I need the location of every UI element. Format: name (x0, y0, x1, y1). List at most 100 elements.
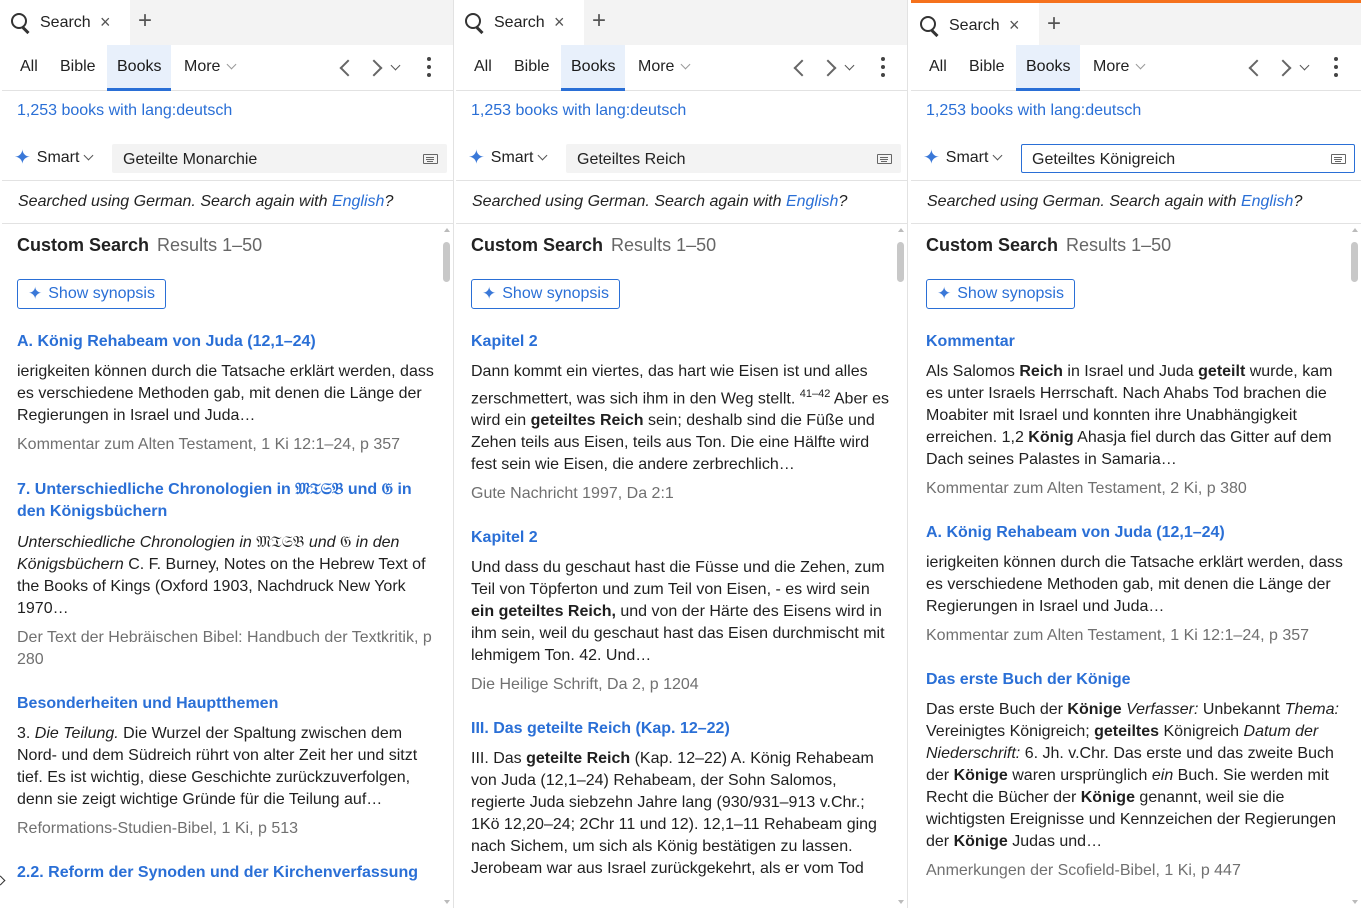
smart-button[interactable]: ✦ Smart (923, 145, 1003, 171)
results-title: Custom Search (471, 235, 604, 255)
chevron-down-icon (992, 150, 1003, 160)
scrollbar-thumb[interactable] (443, 242, 450, 282)
result-summary[interactable]: 1,253 books with lang:deutsch (926, 102, 1141, 120)
show-synopsis-button[interactable]: ✦ Show synopsis (471, 279, 620, 309)
search-panel-1: Search × + All Bible Books More 1,253 bo… (2, 0, 454, 908)
tab-search[interactable]: Search × (2, 0, 130, 45)
plus-icon[interactable]: + (592, 8, 606, 34)
kebab-menu-icon[interactable] (416, 45, 442, 91)
search-input[interactable]: Geteiltes Reich (566, 144, 901, 173)
chevron-down-icon (227, 59, 237, 70)
language-notice-text: Searched using German. Search again with (472, 193, 786, 210)
result-summary[interactable]: 1,253 books with lang:deutsch (17, 102, 232, 120)
language-notice: Searched using German. Search again with… (2, 181, 453, 224)
smart-button[interactable]: ✦ Smart (468, 145, 548, 171)
result-item: 2.2. Reform der Synoden und der Kirchenv… (17, 862, 435, 884)
search-input[interactable]: Geteiltes Königreich (1021, 144, 1355, 173)
scrollbar[interactable] (897, 228, 905, 908)
tab-all[interactable]: All (464, 45, 502, 91)
scrollbar[interactable] (443, 228, 451, 908)
tab-search[interactable]: Search × (911, 3, 1039, 48)
tab-books[interactable]: Books (561, 45, 626, 91)
sparkle-icon: ✦ (482, 284, 497, 303)
result-title[interactable]: 2.2. Reform der Synoden und der Kirchenv… (17, 862, 435, 884)
result-title[interactable]: Kapitel 2 (471, 527, 889, 549)
result-summary[interactable]: 1,253 books with lang:deutsch (471, 102, 686, 120)
result-snippet: ierigkeiten können durch die Tatsache er… (17, 363, 434, 424)
english-link[interactable]: English (332, 193, 384, 210)
results-header: Custom Search Results 1–50 (17, 235, 435, 259)
close-icon[interactable]: × (100, 11, 111, 33)
result-title[interactable]: A. König Rehabeam von Juda (12,1–24) (17, 331, 435, 353)
chevron-down-icon[interactable] (1295, 45, 1321, 91)
tab-more[interactable]: More (1083, 45, 1154, 91)
search-icon (919, 15, 941, 37)
show-synopsis-button[interactable]: ✦ Show synopsis (17, 279, 166, 309)
tab-bible[interactable]: Bible (504, 45, 560, 91)
chevron-down-icon (681, 59, 691, 70)
close-icon[interactable]: × (1009, 14, 1020, 36)
scrollbar-thumb[interactable] (897, 242, 904, 282)
search-input[interactable]: Geteilte Monarchie (112, 144, 447, 173)
result-title[interactable]: A. König Rehabeam von Juda (12,1–24) (926, 522, 1343, 544)
tab-more[interactable]: More (174, 45, 245, 91)
show-synopsis-label: Show synopsis (957, 285, 1064, 302)
tab-more[interactable]: More (628, 45, 699, 91)
search-panels: Search × + All Bible Books More 1,253 bo… (0, 0, 1361, 908)
result-title[interactable]: III. Das geteilte Reich (Kap. 12–22) (471, 718, 889, 740)
keyboard-icon[interactable] (1331, 154, 1346, 164)
keyboard-icon[interactable] (423, 154, 438, 164)
result-title[interactable]: Das erste Buch der Könige (926, 669, 1343, 691)
kebab-menu-icon[interactable] (1323, 45, 1349, 91)
chevron-down-icon[interactable] (386, 45, 412, 91)
tab-all[interactable]: All (919, 45, 957, 91)
tab-bar: Search × + (911, 0, 1361, 48)
tab-bible[interactable]: Bible (50, 45, 106, 91)
scrollbar-thumb[interactable] (1351, 242, 1358, 282)
result-title[interactable]: Kommentar (926, 331, 1343, 353)
chevron-down-icon (537, 150, 548, 160)
show-synopsis-button[interactable]: ✦ Show synopsis (926, 279, 1075, 309)
scrollbar[interactable] (1351, 228, 1359, 908)
plus-icon[interactable]: + (1047, 11, 1061, 37)
result-snippet: Unterschiedliche Chronologien in 𝔐𝔗𝔖𝔅 un… (17, 532, 426, 617)
sparkle-icon: ✦ (28, 284, 43, 303)
result-item: Kapitel 2 Und dass du geschaut hast die … (471, 527, 889, 696)
chevron-left-icon[interactable] (1241, 45, 1267, 91)
results-list: Custom Search Results 1–50 ✦ Show synopsis… (456, 224, 895, 908)
tab-more-label: More (638, 58, 675, 75)
chevron-down-icon[interactable] (840, 45, 866, 91)
english-link[interactable]: English (786, 193, 838, 210)
chevron-right-icon[interactable] (0, 872, 6, 890)
nav-row: All Bible Books More (456, 45, 907, 91)
plus-icon[interactable]: + (138, 8, 152, 34)
result-title[interactable]: 7. Unterschiedliche Chronologien in 𝔐𝔗𝔖𝔅… (17, 478, 435, 523)
tab-search[interactable]: Search × (456, 0, 584, 45)
sparkle-icon: ✦ (468, 147, 485, 169)
result-title[interactable]: Kapitel 2 (471, 331, 889, 353)
chevron-left-icon[interactable] (332, 45, 358, 91)
result-title[interactable]: Besonderheiten und Hauptthemen (17, 693, 435, 715)
smart-button[interactable]: ✦ Smart (14, 145, 94, 171)
chevron-down-icon (83, 150, 94, 160)
tab-books[interactable]: Books (1016, 45, 1081, 91)
results-title: Custom Search (926, 235, 1059, 255)
result-item: Kapitel 2 Dann kommt ein viertes, das ha… (471, 331, 889, 505)
search-row: ✦ Smart Geteiltes Reich (456, 135, 907, 181)
results-title: Custom Search (17, 235, 150, 255)
search-query: Geteilte Monarchie (123, 151, 258, 168)
result-source: Der Text der Hebräischen Bibel: Handbuch… (17, 629, 432, 668)
tab-all[interactable]: All (10, 45, 48, 91)
result-source: Reformations-Studien-Bibel, 1 Ki, p 513 (17, 820, 299, 837)
keyboard-icon[interactable] (877, 154, 892, 164)
kebab-menu-icon[interactable] (870, 45, 896, 91)
chevron-left-icon[interactable] (786, 45, 812, 91)
tab-label: Search (949, 16, 1000, 34)
results-header: Custom Search Results 1–50 (926, 235, 1343, 259)
tab-bible[interactable]: Bible (959, 45, 1015, 91)
english-link[interactable]: English (1241, 193, 1293, 210)
close-icon[interactable]: × (554, 11, 565, 33)
chevron-down-icon (1136, 59, 1146, 70)
search-panel-3: Search × + All Bible Books More 1,253 bo… (911, 0, 1361, 908)
tab-books[interactable]: Books (107, 45, 172, 91)
